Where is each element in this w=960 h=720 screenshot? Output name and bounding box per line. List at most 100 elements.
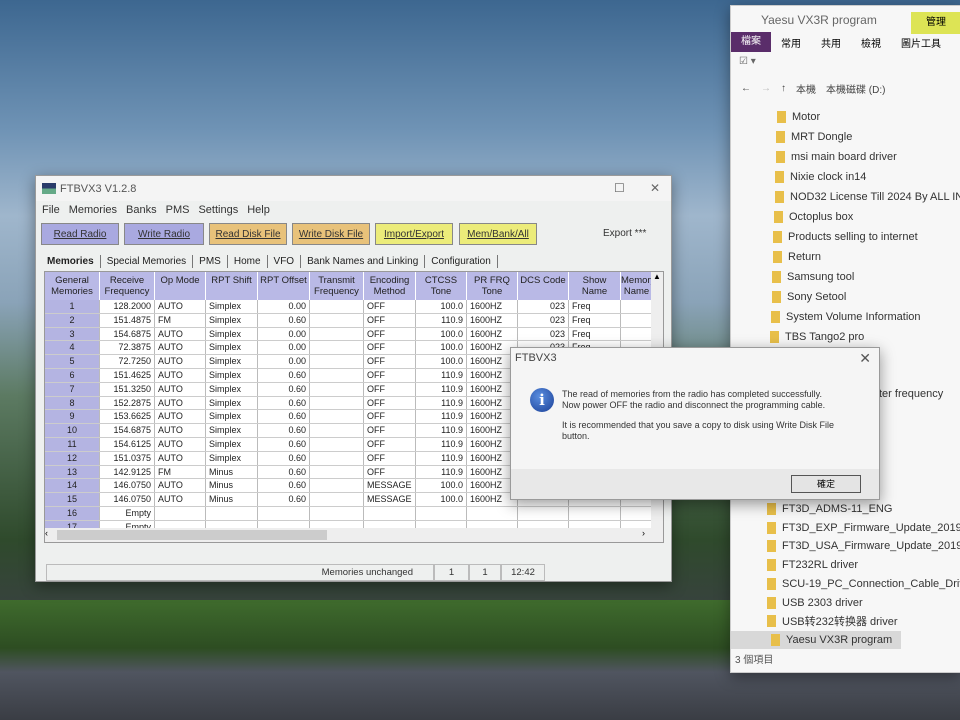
cell[interactable]: 1600HZ [467,313,518,327]
cell[interactable] [310,382,364,396]
column-header[interactable]: Show Name [569,272,621,300]
row-number[interactable]: 13 [45,465,100,479]
cell[interactable]: OFF [364,368,416,382]
cell[interactable]: 0.60 [258,424,310,437]
cell[interactable]: 023 [518,300,569,313]
button-mem-bank-all[interactable]: Mem/Bank/All [459,223,537,245]
cell[interactable]: Simplex [206,313,258,327]
cell[interactable] [310,341,364,355]
cell[interactable]: OFF [364,451,416,465]
folder-item[interactable]: NOD32 License Till 2024 By ALL IN ON [775,188,960,206]
ribbon-tab[interactable]: 共用 [811,35,851,50]
cell[interactable]: AUTO [155,493,206,506]
folder-item[interactable]: FT232RL driver [767,556,858,574]
cell[interactable]: Freq [569,327,621,341]
cell[interactable] [621,327,653,341]
column-header[interactable]: Transmit Frequency [310,272,364,300]
button-import-export[interactable]: Import/Export [375,223,453,245]
cell[interactable]: 100.0 [416,355,467,368]
tab-vfo[interactable]: VFO [268,255,302,268]
cell[interactable]: 128.2000 [100,300,155,313]
row-number[interactable]: 6 [45,368,100,382]
cell[interactable]: 0.00 [258,300,310,313]
button-write-radio[interactable]: Write Radio [124,223,204,245]
cell[interactable]: AUTO [155,382,206,396]
folder-item[interactable]: SCU-19_PC_Connection_Cable_Driver [767,575,960,593]
table-row[interactable]: 2 151.4875 FM Simplex 0.60 OFF 110.9 1600HZ 023 F… [45,313,663,328]
cell[interactable]: 100.0 [416,327,467,341]
row-number[interactable]: 1 [45,300,100,313]
folder-item[interactable]: Nixie clock in14 [775,168,866,186]
ribbon-tab[interactable]: 檔案 [731,32,771,52]
cell[interactable]: Simplex [206,341,258,355]
cell[interactable]: 110.9 [416,410,467,424]
cell[interactable]: Empty [100,506,155,520]
cell[interactable]: 110.9 [416,424,467,437]
cell[interactable]: Simplex [206,437,258,451]
folder-item[interactable]: Products selling to internet [773,228,918,246]
cell[interactable]: AUTO [155,396,206,410]
column-header[interactable]: PR FRQ Tone [467,272,518,300]
cell[interactable]: 142.9125 [100,465,155,479]
cell[interactable]: AUTO [155,479,206,493]
cell[interactable]: OFF [364,355,416,368]
menu-pms[interactable]: PMS [166,204,190,216]
cell[interactable]: 0.60 [258,382,310,396]
forward-icon[interactable]: → [761,83,771,94]
tab-memories[interactable]: Memories [41,255,101,268]
cell[interactable]: 153.6625 [100,410,155,424]
cell[interactable] [310,355,364,368]
row-number[interactable]: 7 [45,382,100,396]
cell[interactable]: 110.9 [416,313,467,327]
cell[interactable]: 151.4625 [100,368,155,382]
cell[interactable]: 110.9 [416,437,467,451]
menu-help[interactable]: Help [247,204,270,216]
ok-button[interactable]: 確定 [791,475,861,493]
row-number[interactable]: 4 [45,341,100,355]
cell[interactable]: 146.0750 [100,493,155,506]
cell[interactable]: AUTO [155,410,206,424]
cell[interactable]: AUTO [155,368,206,382]
horizontal-scrollbar[interactable]: ‹ › [45,528,663,542]
cell[interactable]: 0.60 [258,368,310,382]
column-header[interactable]: General Memories [45,272,100,300]
cell[interactable]: OFF [364,437,416,451]
cell[interactable]: OFF [364,341,416,355]
menu-banks[interactable]: Banks [126,204,157,216]
cell[interactable] [364,506,416,520]
cell[interactable]: 0.60 [258,313,310,327]
back-icon[interactable]: ← [741,83,751,94]
tab-pms[interactable]: PMS [193,255,228,268]
cell[interactable]: 1600HZ [467,300,518,313]
cell[interactable]: OFF [364,313,416,327]
folder-item[interactable]: Octoplus box [774,208,853,226]
folder-item[interactable]: Return [773,248,821,266]
column-header[interactable]: DCS Code [518,272,569,300]
button-read-disk-file[interactable]: Read Disk File [209,223,287,245]
cell[interactable]: 110.9 [416,451,467,465]
cell[interactable]: Minus [206,493,258,506]
up-icon[interactable]: ↑ [781,83,786,94]
cell[interactable] [310,300,364,313]
row-number[interactable]: 2 [45,313,100,327]
cell[interactable] [518,506,569,520]
column-header[interactable]: RPT Offset [258,272,310,300]
cell[interactable]: Simplex [206,368,258,382]
cell[interactable]: 0.60 [258,396,310,410]
cell[interactable]: 154.6875 [100,424,155,437]
column-header[interactable]: Receive Frequency [100,272,155,300]
address-bar[interactable]: ← → ↑ 本機 本機磁碟 (D:) [731,74,960,102]
cell[interactable] [258,506,310,520]
folder-item[interactable]: TBS Tango2 pro [770,328,864,346]
cell[interactable] [310,313,364,327]
tab-configuration[interactable]: Configuration [425,255,498,268]
row-number[interactable]: 16 [45,506,100,520]
dialog-close-button[interactable]: ✕ [859,350,871,367]
cell[interactable]: Simplex [206,327,258,341]
breadcrumb-1[interactable]: 本機 [796,81,816,96]
cell[interactable]: Freq [569,300,621,313]
cell[interactable]: 0.60 [258,465,310,479]
cell[interactable]: 146.0750 [100,479,155,493]
cell[interactable]: Simplex [206,300,258,313]
ribbon-tab[interactable]: 圖片工具 [891,35,951,50]
